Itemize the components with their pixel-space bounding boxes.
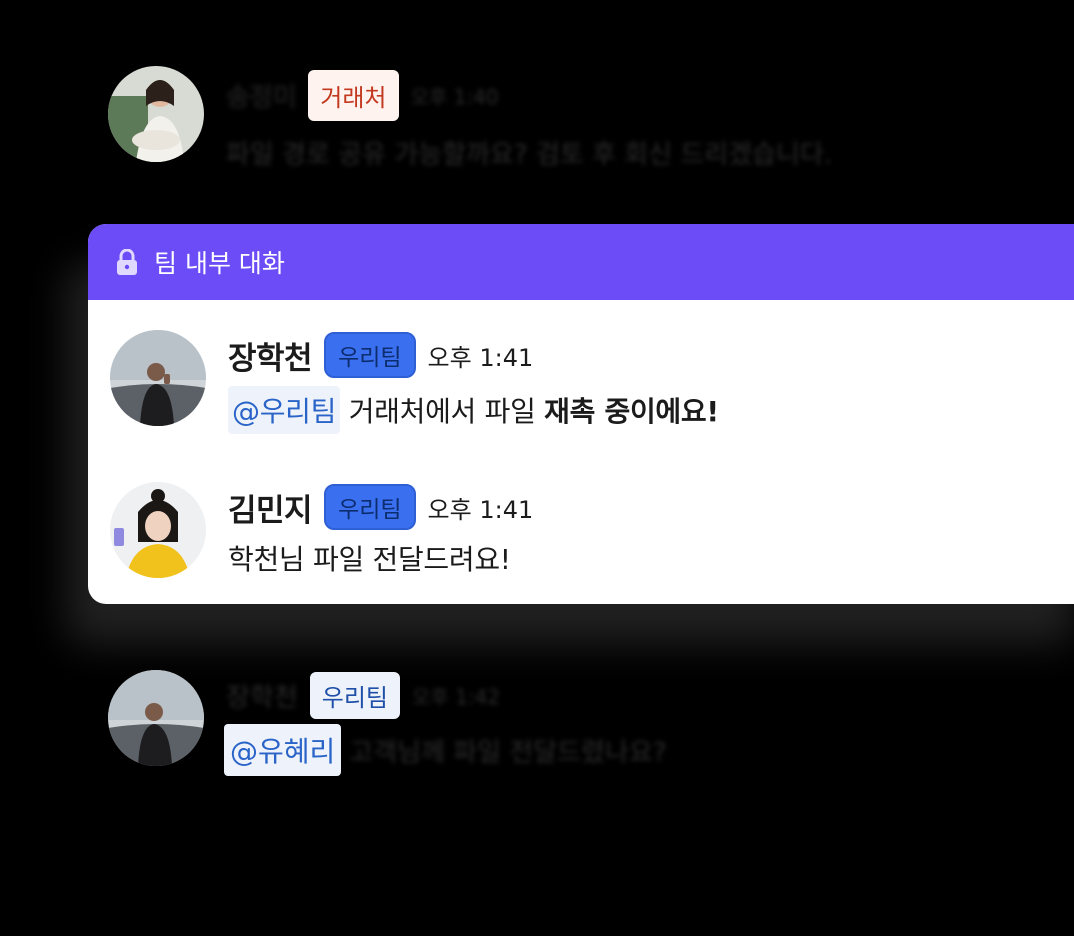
- card-title: 팀 내부 대화: [154, 249, 285, 278]
- team-badge: 우리팀: [324, 332, 416, 378]
- message-bold: 재촉 중이에요!: [544, 395, 719, 428]
- author-name: 장학천: [228, 340, 313, 377]
- message-text: @우리팀 거래처에서 파일 재촉 중이에요!: [228, 386, 719, 434]
- message-row: 장학천 우리팀 오후 1:41 @우리팀 거래처에서 파일 재촉 중이에요!: [88, 330, 1074, 434]
- top-author: 송정미: [226, 83, 297, 113]
- message-row: 김민지 우리팀 오후 1:41 학천님 파일 전달드려요!: [88, 482, 1074, 582]
- top-message-text: 파일 경로 공유 가능할까요? 검토 후 회신 드리겠습니다.: [226, 140, 833, 170]
- team-chat-card: 팀 내부 대화 장학천 우리팀 오후 1:41 @우리팀 거래처에서 파일 재촉…: [88, 224, 1074, 604]
- partner-badge: 거래처: [308, 70, 399, 121]
- avatar-top: [108, 66, 204, 162]
- timestamp: 오후 1:41: [427, 343, 534, 372]
- mention-tag[interactable]: @우리팀: [228, 386, 341, 434]
- bottom-message-text: 고객님께 파일 전달드렸나요?: [349, 737, 667, 768]
- card-header: 팀 내부 대화: [88, 224, 1074, 300]
- author-name: 김민지: [228, 492, 313, 529]
- top-time: 오후 1:40: [410, 85, 499, 109]
- lock-icon: [117, 249, 137, 275]
- bottom-time: 오후 1:42: [412, 685, 501, 709]
- bottom-author: 장학천: [226, 683, 298, 713]
- avatar-kim: [110, 482, 206, 578]
- message-text: 학천님 파일 전달드려요!: [228, 543, 511, 576]
- team-badge-light: 우리팀: [309, 672, 401, 719]
- team-badge: 우리팀: [324, 484, 416, 530]
- mention-tag[interactable]: @유혜리: [224, 724, 342, 776]
- timestamp: 오후 1:41: [427, 495, 534, 524]
- message-plain: 거래처에서 파일: [348, 395, 536, 428]
- avatar-bottom: [108, 670, 204, 766]
- avatar-jang: [110, 330, 206, 426]
